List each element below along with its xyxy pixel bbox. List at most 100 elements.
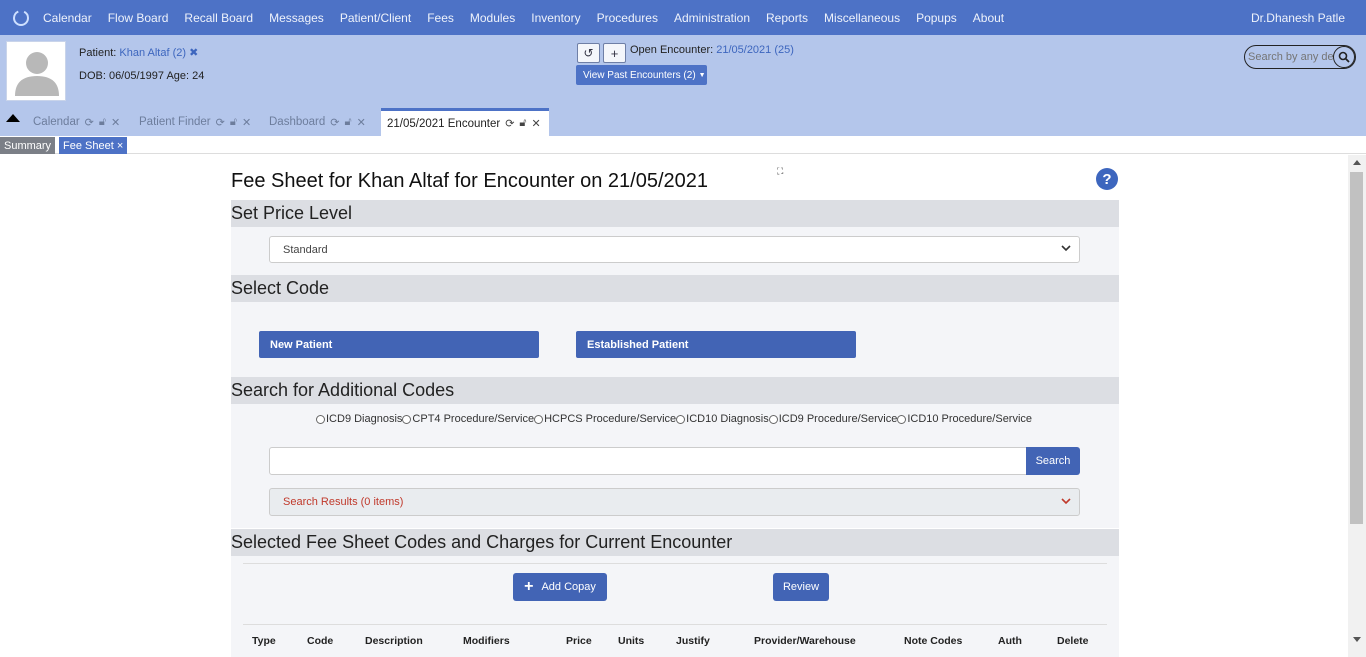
menu-patient-client[interactable]: Patient/Client xyxy=(340,11,411,25)
menu-modules[interactable]: Modules xyxy=(470,11,515,25)
col-note-codes: Note Codes xyxy=(904,635,963,647)
refresh-icon[interactable]: ⟳ xyxy=(216,116,225,129)
main-menu: Calendar Flow Board Recall Board Message… xyxy=(43,11,1020,25)
subtab-fee-sheet[interactable]: Fee Sheet × xyxy=(59,137,128,154)
patient-search xyxy=(1244,45,1356,69)
search-results-select[interactable]: Search Results (0 items) xyxy=(269,488,1080,516)
divider xyxy=(243,563,1107,564)
patient-label: Patient: xyxy=(79,47,117,59)
price-level-value: Standard xyxy=(283,243,328,256)
search-button[interactable]: Search xyxy=(1026,447,1080,475)
open-encounter-link[interactable]: 21/05/2021 (25) xyxy=(716,44,794,56)
selected-codes-heading: Selected Fee Sheet Codes and Charges for… xyxy=(231,529,1119,556)
tab-calendar[interactable]: Calendar ⟳ 🔓︎ ✕ xyxy=(33,110,120,134)
lock-icon[interactable]: 🔓︎ xyxy=(230,116,237,129)
radio-cpt4[interactable]: CPT4 Procedure/Service xyxy=(402,413,534,425)
close-icon[interactable]: ✕ xyxy=(357,116,366,129)
code-search-input[interactable] xyxy=(269,447,1027,475)
chevron-down-icon xyxy=(1061,496,1071,509)
col-price: Price xyxy=(566,635,592,647)
scroll-up-icon[interactable] xyxy=(1353,160,1361,165)
refresh-icon[interactable]: ⟳ xyxy=(85,116,94,129)
open-encounter-label: Open Encounter: xyxy=(630,44,714,56)
lock-icon[interactable]: 🔓︎ xyxy=(99,116,106,129)
radio-icd9-procedure[interactable]: ICD9 Procedure/Service xyxy=(768,413,897,425)
fee-sheet-page: Fee Sheet for Khan Altaf for Encounter o… xyxy=(0,155,1348,657)
col-type: Type xyxy=(252,635,276,647)
encounter-subtabs: Summary Fee Sheet × xyxy=(0,136,1366,154)
plus-icon: + xyxy=(524,578,534,595)
menu-reports[interactable]: Reports xyxy=(766,11,808,25)
close-patient-icon[interactable]: ✖ xyxy=(189,47,198,59)
new-patient-button[interactable]: New Patient xyxy=(259,331,539,358)
history-button[interactable]: ↺ xyxy=(577,43,600,63)
add-copay-button[interactable]: + Add Copay xyxy=(513,573,607,601)
close-icon[interactable]: ✕ xyxy=(532,117,541,130)
tab-label: Calendar xyxy=(33,116,80,128)
col-delete: Delete xyxy=(1057,635,1089,647)
expand-icon[interactable]: ⛶ xyxy=(777,166,783,177)
search-icon[interactable] xyxy=(1333,46,1355,68)
menu-inventory[interactable]: Inventory xyxy=(531,11,580,25)
tab-label: Patient Finder xyxy=(139,116,211,128)
radio-icd10-procedure[interactable]: ICD10 Procedure/Service xyxy=(897,413,1032,425)
history-icon: ↺ xyxy=(583,46,594,60)
lock-icon[interactable]: 🔓︎ xyxy=(519,117,526,130)
menu-flow-board[interactable]: Flow Board xyxy=(108,11,169,25)
close-icon[interactable]: ✕ xyxy=(242,116,251,129)
menu-popups[interactable]: Popups xyxy=(916,11,957,25)
review-button[interactable]: Review xyxy=(773,573,829,601)
subtab-summary[interactable]: Summary xyxy=(0,137,56,154)
vertical-scrollbar[interactable] xyxy=(1348,155,1366,657)
select-code-heading: Select Code xyxy=(231,275,1119,302)
collapse-header-icon[interactable] xyxy=(6,114,20,122)
search-input[interactable] xyxy=(1248,48,1334,66)
col-justify: Justify xyxy=(676,635,710,647)
page-title: Fee Sheet for Khan Altaf for Encounter o… xyxy=(231,170,709,192)
past-encounters-label: View Past Encounters (2) xyxy=(583,69,696,81)
search-results-label: Search Results (0 items) xyxy=(283,496,404,508)
price-level-select[interactable]: Standard xyxy=(269,236,1080,263)
menu-administration[interactable]: Administration xyxy=(674,11,750,25)
col-description: Description xyxy=(365,635,423,647)
tab-dashboard[interactable]: Dashboard ⟳ 🔓︎ ✕ xyxy=(269,110,366,134)
radio-icd9-diagnosis[interactable]: ICD9 Diagnosis xyxy=(316,413,402,425)
menu-fees[interactable]: Fees xyxy=(427,11,454,25)
menu-messages[interactable]: Messages xyxy=(269,11,324,25)
refresh-icon[interactable]: ⟳ xyxy=(505,117,514,130)
tab-patient-finder[interactable]: Patient Finder ⟳ 🔓︎ ✕ xyxy=(139,110,251,134)
scroll-thumb[interactable] xyxy=(1350,172,1363,524)
scroll-down-icon[interactable] xyxy=(1353,637,1361,642)
top-navbar: Calendar Flow Board Recall Board Message… xyxy=(0,0,1366,35)
user-menu[interactable]: Dr.Dhanesh Patle xyxy=(1251,11,1345,25)
radio-hcpcs[interactable]: HCPCS Procedure/Service xyxy=(534,413,676,425)
add-copay-label: Add Copay xyxy=(541,581,596,593)
menu-recall-board[interactable]: Recall Board xyxy=(184,11,253,25)
menu-miscellaneous[interactable]: Miscellaneous xyxy=(824,11,900,25)
menu-procedures[interactable]: Procedures xyxy=(597,11,658,25)
caret-down-icon: ▼ xyxy=(698,71,706,79)
patient-name-link[interactable]: Khan Altaf (2) xyxy=(119,47,186,59)
close-icon[interactable]: ✕ xyxy=(111,116,120,129)
avatar xyxy=(6,41,66,101)
patient-dob: DOB: 06/05/1997 Age: 24 xyxy=(79,70,205,82)
menu-calendar[interactable]: Calendar xyxy=(43,11,92,25)
menu-about[interactable]: About xyxy=(973,11,1004,25)
radio-icd10-diagnosis[interactable]: ICD10 Diagnosis xyxy=(676,413,769,425)
tab-bar: Calendar ⟳ 🔓︎ ✕ Patient Finder ⟳ 🔓︎ ✕ Da… xyxy=(0,108,1366,136)
established-patient-button[interactable]: Established Patient xyxy=(576,331,856,358)
refresh-icon[interactable]: ⟳ xyxy=(330,116,339,129)
chevron-down-icon xyxy=(1061,243,1071,256)
code-type-radios: ICD9 Diagnosis CPT4 Procedure/Service HC… xyxy=(316,413,1032,425)
view-past-encounters-button[interactable]: View Past Encounters (2) ▼ xyxy=(576,65,707,85)
app-logo-icon[interactable] xyxy=(11,8,31,28)
tab-encounter[interactable]: 21/05/2021 Encounter ⟳ 🔓︎ ✕ xyxy=(381,108,549,136)
lock-icon[interactable]: 🔓︎ xyxy=(344,116,351,129)
price-level-heading: Set Price Level xyxy=(231,200,1119,227)
help-icon[interactable]: ? xyxy=(1096,168,1118,190)
new-encounter-button[interactable]: + xyxy=(603,43,626,63)
divider xyxy=(243,624,1107,625)
patient-info: Patient: Khan Altaf (2) ✖ DOB: 06/05/199… xyxy=(79,43,204,87)
plus-icon: + xyxy=(610,45,619,61)
tab-label: Dashboard xyxy=(269,116,326,128)
